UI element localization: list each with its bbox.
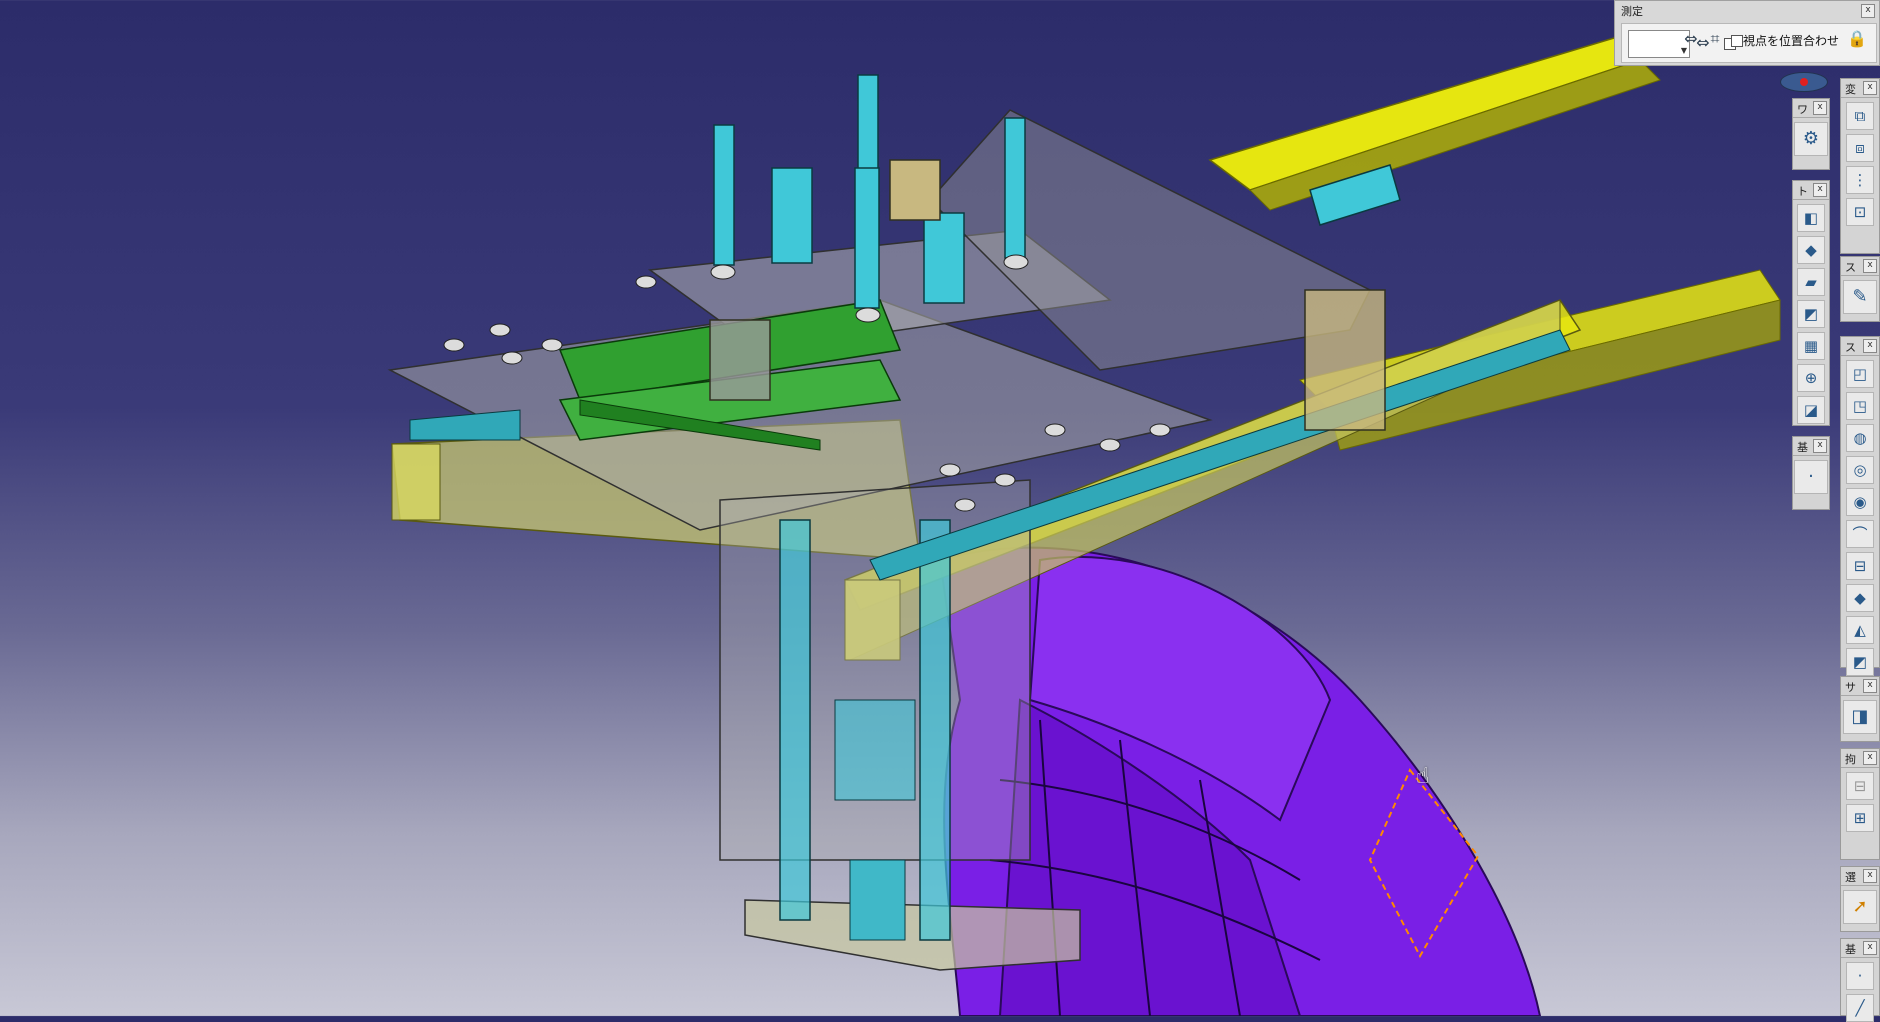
toolbar-close-button[interactable]: x: [1863, 679, 1877, 693]
draft-icon[interactable]: ◭: [1846, 616, 1874, 644]
toolbar-close-button[interactable]: x: [1813, 439, 1827, 453]
toolbar-tools: ト x ◧ ◆ ▰ ◩ ▦ ⊕ ◪: [1792, 180, 1830, 426]
toolbar-name: ト: [1797, 185, 1808, 198]
view-icon-2[interactable]: ⧈: [1846, 134, 1874, 162]
toolbar-close-button[interactable]: x: [1863, 81, 1877, 95]
toolbar-name: ワ: [1797, 103, 1808, 116]
sketch-icon[interactable]: ✎: [1843, 280, 1877, 314]
toolbar-header: ト x: [1793, 181, 1829, 200]
toolbar-name: ス: [1845, 261, 1856, 274]
toolbar-close-button[interactable]: x: [1863, 259, 1877, 273]
grid-icon[interactable]: ▦: [1797, 332, 1825, 360]
toolbar-header: 選 x: [1841, 867, 1879, 886]
measure-toolbar-close-button[interactable]: x: [1861, 4, 1875, 18]
solid-icon[interactable]: ▰: [1797, 268, 1825, 296]
toolbar-name: 変: [1845, 83, 1856, 96]
toolbar-header: サ x: [1841, 677, 1879, 696]
toolbar-name: 拘: [1845, 753, 1856, 766]
constraint-icon[interactable]: ⊟: [1846, 772, 1874, 800]
measure-item-icon[interactable]: ⌗: [1704, 28, 1726, 50]
rib-icon[interactable]: ⌒: [1846, 520, 1874, 548]
slot-icon[interactable]: ⊟: [1846, 552, 1874, 580]
compass-center-icon: [1800, 78, 1808, 86]
line-icon[interactable]: ╱: [1846, 994, 1874, 1022]
loft-icon[interactable]: ◆: [1846, 584, 1874, 612]
toolbar-header: 変 x: [1841, 79, 1879, 98]
compass-icon[interactable]: [1780, 72, 1828, 92]
cad-3d-viewport[interactable]: [0, 0, 1880, 1016]
lock-icon[interactable]: 🔒: [1846, 28, 1868, 50]
toolbar-header: 拘 x: [1841, 749, 1879, 768]
toolbar-constraint: 拘 x ⊟ ⊞: [1840, 748, 1880, 860]
toolbar-name: ス: [1845, 341, 1856, 354]
toolbar-name: 基: [1845, 943, 1856, 956]
cube-icon[interactable]: ◆: [1797, 236, 1825, 264]
toolbar-sketch: ス x ✎: [1840, 256, 1880, 322]
fillet-icon[interactable]: ◩: [1846, 648, 1874, 676]
pocket-icon[interactable]: ◳: [1846, 392, 1874, 420]
toolbar-header: ス x: [1841, 257, 1879, 276]
toolbar-reference-2: 基 x · ╱: [1840, 938, 1880, 1022]
toolbar-header: ス x: [1841, 337, 1879, 356]
toolbar-header: ワ x: [1793, 99, 1829, 118]
toolbar-name: 選: [1845, 871, 1856, 884]
measure-toolbar-controls: ⇔ ⌗ 視点を位置合わせ 🔒: [1620, 23, 1872, 61]
target-icon[interactable]: ⊕: [1797, 364, 1825, 392]
face-icon[interactable]: ◩: [1797, 300, 1825, 328]
point-icon[interactable]: ·: [1794, 460, 1828, 494]
hand-cursor-icon: ☝: [1416, 764, 1430, 789]
measure-toolbar-title: 測定: [1621, 5, 1643, 18]
view-icon-1[interactable]: ⧉: [1846, 102, 1874, 130]
surface-icon[interactable]: ◨: [1843, 700, 1877, 734]
toolbar-surface: サ x ◨: [1840, 676, 1880, 742]
toolbar-close-button[interactable]: x: [1813, 183, 1827, 197]
toolbar-sketch-features: ス x ◰ ◳ ◍ ◎ ◉ ⌒ ⊟ ◆ ◭ ◩: [1840, 336, 1880, 676]
extrude-icon[interactable]: ◰: [1846, 360, 1874, 388]
shell-icon[interactable]: ◪: [1797, 396, 1825, 424]
toolbar-close-button[interactable]: x: [1863, 339, 1877, 353]
toolbar-select: 選 x ➚: [1840, 866, 1880, 932]
shaft-icon[interactable]: ◍: [1846, 424, 1874, 452]
hole-icon[interactable]: ◉: [1846, 488, 1874, 516]
toolbar-workbench: ワ x ⚙: [1792, 98, 1830, 170]
toolbar-close-button[interactable]: x: [1863, 941, 1877, 955]
toolbar-name: 基: [1797, 441, 1808, 454]
groove-icon[interactable]: ◎: [1846, 456, 1874, 484]
toolbar-close-button[interactable]: x: [1813, 101, 1827, 115]
toolbar-header: 基 x: [1841, 939, 1879, 958]
toolbar-header: 基 x: [1793, 437, 1829, 456]
grid-icon[interactable]: ⋮: [1846, 166, 1874, 194]
point-icon[interactable]: ·: [1846, 962, 1874, 990]
constraint-icon-2[interactable]: ⊞: [1846, 804, 1874, 832]
select-cursor-icon[interactable]: ➚: [1843, 890, 1877, 924]
toolbar-view: 変 x ⧉ ⧈ ⋮ ⊡: [1840, 78, 1880, 254]
fit-icon[interactable]: ⊡: [1846, 198, 1874, 226]
gear-icon[interactable]: ⚙: [1794, 122, 1828, 156]
toolbar-close-button[interactable]: x: [1863, 869, 1877, 883]
toolbar-close-button[interactable]: x: [1863, 751, 1877, 765]
toolbar-name: サ: [1845, 681, 1856, 694]
toolbar-reference: 基 x ·: [1792, 436, 1830, 510]
align-view-label: 視点を位置合わせ: [1743, 34, 1840, 48]
align-view-checkbox[interactable]: [1731, 35, 1743, 47]
pad-icon[interactable]: ◧: [1797, 204, 1825, 232]
measure-distance-icon[interactable]: ⇔: [1680, 28, 1702, 50]
